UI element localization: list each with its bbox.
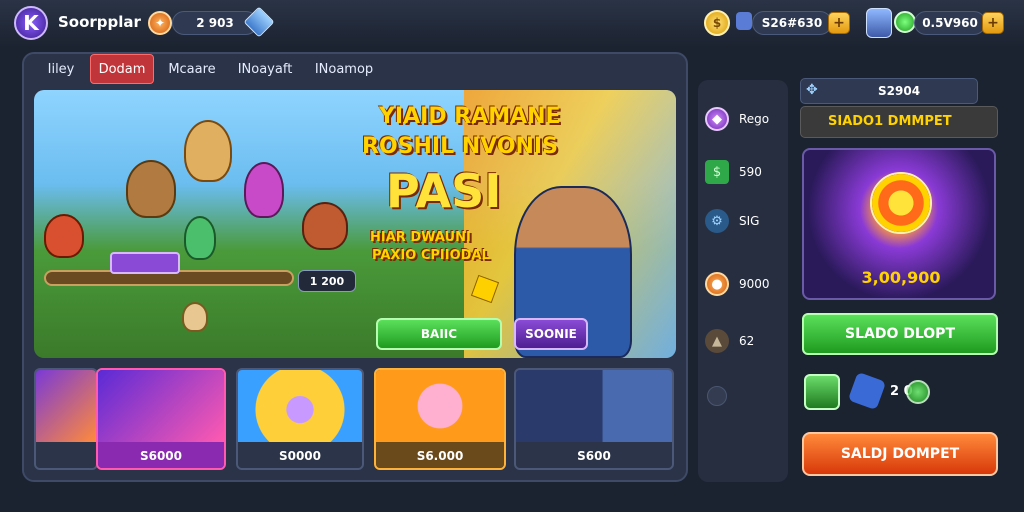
right-green-button[interactable]: SLADO DLOPT: [802, 313, 998, 355]
game-card-4[interactable]: S6.000: [374, 368, 506, 470]
add-gems-button[interactable]: +: [982, 12, 1004, 34]
character-elf: [184, 216, 216, 260]
character-mage: [244, 162, 284, 218]
side-item-9000[interactable]: ● 9000: [705, 271, 785, 297]
tab-3[interactable]: Mcaare: [160, 54, 224, 84]
right-orange-button[interactable]: SALDJ DOMPET: [802, 432, 998, 476]
avatar[interactable]: [866, 8, 892, 38]
app-logo[interactable]: K: [14, 6, 48, 40]
prize-amount: 3,00,900: [861, 268, 941, 287]
game-card-3[interactable]: S0000: [236, 368, 364, 470]
card-price: S600: [516, 442, 672, 468]
card-price: S0000: [238, 442, 362, 468]
side-item-label: 62: [739, 334, 755, 348]
character-wolf: [44, 214, 84, 258]
bonus-item-icon[interactable]: [804, 374, 840, 410]
gold-coin-icon: $: [704, 10, 730, 36]
gear-icon: ⚙: [705, 209, 729, 233]
arrows-icon[interactable]: ✥: [806, 82, 818, 98]
side-item-62[interactable]: ▲ 62: [705, 328, 785, 354]
gem-green-icon: [894, 11, 916, 33]
card-price: S6000: [98, 442, 224, 468]
tab-4[interactable]: INoayaft: [230, 54, 300, 84]
promo-banner[interactable]: 1 200 YIAID RAMANE ROSHIL NVONIS PASI HI…: [34, 90, 676, 358]
fire-coin-icon: ✦: [148, 11, 172, 35]
cash-icon: $: [705, 160, 729, 184]
prize-card[interactable]: 3,00,900: [802, 148, 996, 300]
character-dog: [182, 302, 208, 332]
tab-5[interactable]: INoamop: [306, 54, 382, 84]
coin-icon: ●: [705, 272, 729, 296]
side-item-label: 9000: [739, 277, 770, 291]
banner-subtitle-line1: HIAR DWAUNI: [370, 230, 471, 245]
banner-title-line2: ROSHIL NVONIS: [362, 134, 558, 159]
lock-icon: [707, 386, 727, 406]
banner-title-line1: YIAID RAMANE: [379, 104, 561, 129]
character-hero: [184, 120, 232, 182]
tab-2[interactable]: Dodam: [90, 54, 154, 84]
add-coins-button[interactable]: +: [828, 12, 850, 34]
side-item-label: Rego: [739, 112, 770, 126]
banner-subtitle-line2: PAXIO CPIIODAL: [372, 248, 490, 263]
puzzle-icon: [847, 371, 887, 411]
banner-title-big: PASI: [386, 164, 502, 218]
game-card-1[interactable]: [34, 368, 98, 470]
right-panel-title: SIADO1 DMMPET: [828, 114, 952, 129]
side-item-sig[interactable]: ⚙ SIG: [705, 208, 785, 234]
character-ninja: [126, 160, 176, 218]
banner-counter: 1 200: [298, 270, 356, 292]
side-item-rego[interactable]: ◆ Rego: [705, 106, 785, 132]
game-card-5[interactable]: S600: [514, 368, 674, 470]
app-name: Soorpplar: [58, 13, 141, 31]
character-beast: [302, 202, 348, 250]
side-item-590[interactable]: $ 590: [705, 159, 785, 185]
card-price: [36, 442, 96, 468]
prize-chip-icon: [870, 172, 932, 234]
right-header-value: S2904: [878, 84, 921, 98]
banner-play-button[interactable]: BAIIC: [376, 318, 502, 350]
tab-1[interactable]: Iiley: [36, 54, 86, 84]
gem-icon: ◆: [705, 107, 729, 131]
green-dot-icon: [906, 380, 930, 404]
right-balance-2: 0.5V960: [914, 11, 986, 35]
shield-icon: [736, 12, 752, 30]
treasure-chest: [110, 252, 180, 274]
side-item-label: SIG: [739, 214, 760, 228]
bag-icon: ▲: [705, 329, 729, 353]
card-price: S6.000: [376, 442, 504, 468]
banner-secondary-button[interactable]: SOONIE: [514, 318, 588, 350]
side-item-label: 590: [739, 165, 762, 179]
game-card-2[interactable]: S6000: [96, 368, 226, 470]
right-balance-1: S26#630: [752, 11, 832, 35]
